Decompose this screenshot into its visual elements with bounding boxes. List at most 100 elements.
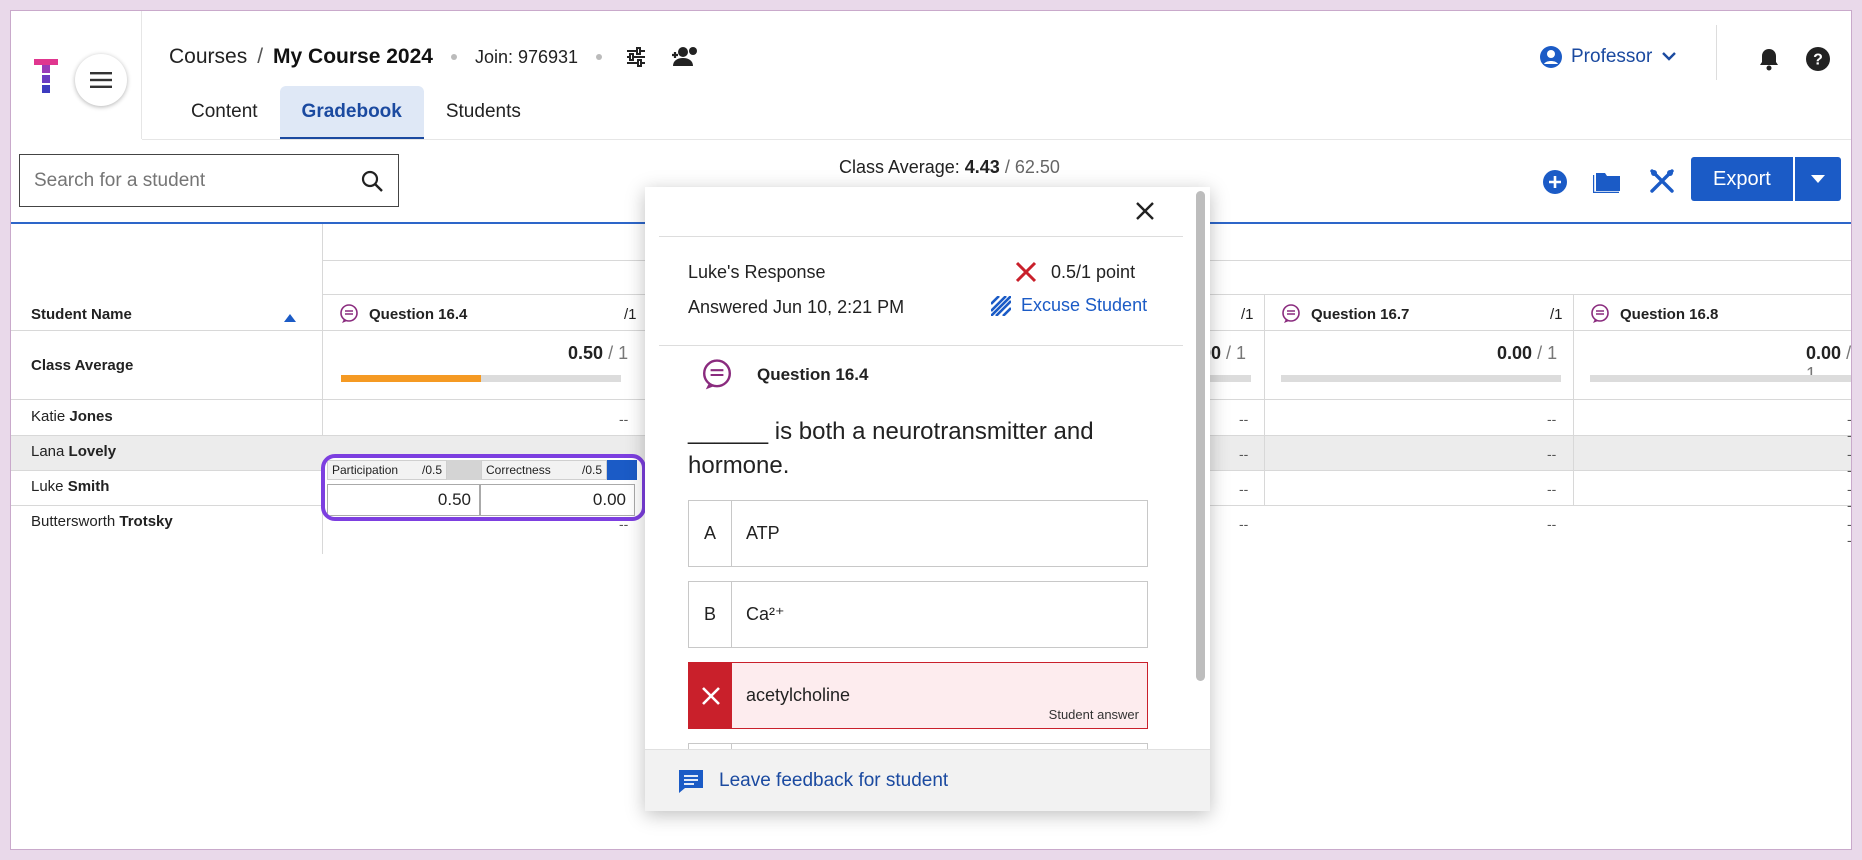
grade-cell[interactable]: -- [1547,411,1556,427]
answer-choice: B Ca²⁺ [688,581,1148,648]
tab-students[interactable]: Students [424,86,543,139]
class-average-value: 4.43 [964,157,1000,177]
breadcrumb: Courses / My Course 2024 Join: 976931 [169,45,700,69]
student-name-header-label: Student Name [31,306,132,323]
response-popover: Luke's Response Answered Jun 10, 2:21 PM… [645,187,1210,811]
column-points: /1 [624,306,637,323]
grade-cell[interactable]: -- [1239,516,1248,532]
choice-text: ATP [746,523,780,543]
answer-choice: A ATP [688,500,1148,567]
sort-asc-icon[interactable] [284,314,296,322]
excuse-student-button[interactable]: Excuse Student [991,295,1147,316]
grade-cell[interactable]: -- [1239,446,1248,462]
search-input[interactable] [34,169,360,192]
average-progress-bar [1590,375,1851,382]
header-divider [1716,25,1717,80]
column-title: Question 16.4 [369,305,468,323]
breadcrumb-separator: / [257,45,264,68]
grade-cell[interactable]: -- [1847,411,1851,443]
tools-icon[interactable] [1649,168,1675,199]
correctness-header: Correctness /0.5 [481,460,607,480]
average-progress-bar [341,375,621,382]
tab-bar: Content Gradebook Students [169,86,543,139]
student-name-header[interactable]: Student Name [31,306,132,323]
student-row-name[interactable]: Lana Lovely [31,443,116,460]
response-label: Luke's Response [688,262,826,282]
grade-cell[interactable]: -- [1547,516,1556,532]
popover-scrollbar[interactable] [1196,191,1205,681]
answer-choice-selected: acetylcholine Student answer [688,662,1148,729]
close-icon[interactable] [1135,201,1155,226]
role-label: Professor [1571,46,1653,67]
grade-cell[interactable]: -- [1847,516,1851,548]
grade-cell[interactable]: -- [1547,481,1556,497]
student-search [19,154,399,207]
column-header-q16-8[interactable]: Question 16.8 [1590,304,1718,324]
grade-cell[interactable]: -- [619,411,628,427]
course-settings-icon[interactable] [624,45,648,69]
student-row-name[interactable]: Luke Smith [31,478,109,495]
column-average: 0.50 / 1 [568,343,629,363]
close-icon [701,686,720,705]
popover-divider [659,236,1183,237]
app-logo [34,59,58,98]
excuse-hatch-icon [991,295,1011,316]
correctness-label: Correctness [486,463,551,477]
column-header-q16-4[interactable]: Question 16.4 [339,304,467,324]
class-average-total: / 62.50 [1004,157,1060,177]
tab-gradebook[interactable]: Gradebook [279,86,424,139]
correctness-input[interactable]: 0.00 [480,484,635,516]
student-row-name[interactable]: Katie Jones [31,408,113,425]
column-title: Question 16.7 [1311,305,1410,323]
question-bubble-icon [340,304,358,323]
class-average-row-label: Class Average [31,357,134,374]
grade-edit-cell: Participation /0.5 Correctness /0.5 0.50… [321,454,646,521]
response-score: 0.5/1 point [1015,261,1135,283]
caret-down-icon [1810,175,1825,183]
export-dropdown-button[interactable] [1794,157,1841,201]
course-title: My Course 2024 [273,45,433,68]
grade-cell[interactable]: -- [1239,411,1248,427]
column-divider [1264,294,1265,505]
answered-time: Answered Jun 10, 2:21 PM [688,297,905,317]
grade-cell[interactable]: -- [1239,481,1248,497]
bell-icon[interactable] [1758,47,1780,76]
export-button[interactable]: Export [1691,157,1793,201]
column-average: 0.00 / 1 [1497,343,1558,363]
user-circle-icon [1540,46,1562,68]
help-icon[interactable]: ? [1806,47,1830,76]
add-circle-icon[interactable] [1542,169,1568,200]
class-average-label: Class Average: [839,157,960,177]
separator-dot [596,54,603,60]
class-average-summary: Class Average: 4.43 / 62.50 [839,157,1060,178]
tab-content[interactable]: Content [169,86,280,139]
grade-cell[interactable]: -- [1847,481,1851,513]
participation-max: /0.5 [421,463,442,477]
chevron-down-icon [1662,52,1677,61]
hamburger-icon [90,72,112,88]
app-window: Courses / My Course 2024 Join: 976931 Co… [10,10,1852,850]
student-row-name[interactable]: Buttersworth Trotsky [31,513,173,530]
question-bubble-icon [1282,304,1300,323]
svg-text:?: ? [1813,52,1823,69]
folder-icon[interactable] [1591,169,1623,198]
column-header-q16-7[interactable]: Question 16.7 [1281,304,1409,324]
participation-input[interactable]: 0.50 [327,484,480,516]
choice-letter: B [689,582,732,647]
export-group: Export [1691,157,1841,201]
popover-divider [659,345,1183,346]
question-text: ______ is both a neurotransmitter and ho… [688,418,1094,479]
grade-cell[interactable]: -- [1847,446,1851,478]
grade-cell[interactable]: -- [1547,446,1556,462]
menu-button[interactable] [75,54,127,106]
role-menu[interactable]: Professor [1539,45,1677,69]
average-progress-fill [341,375,481,382]
expand-tab[interactable] [607,460,637,480]
add-people-icon[interactable] [670,46,700,68]
incorrect-x-icon [1015,261,1037,283]
average-progress-bar [1281,375,1561,382]
leave-feedback-button[interactable]: Leave feedback for student [645,749,1210,811]
join-code: Join: 976931 [474,46,579,67]
breadcrumb-courses[interactable]: Courses [169,45,247,69]
question-bubble-icon [1591,304,1609,323]
